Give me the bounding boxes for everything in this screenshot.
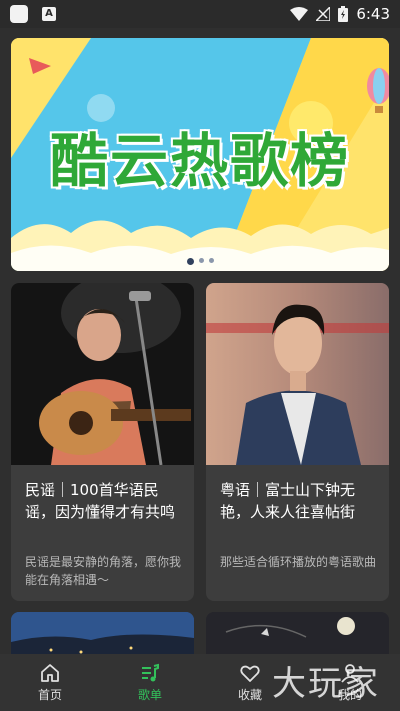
playlist-card[interactable]: 粤语｜富士山下钟无艳，人来人往喜帖街 那些适合循环播放的粤语歌曲 [206, 283, 389, 601]
playlist-card[interactable]: 民谣｜100首华语民谣，因为懂得才有共鸣 民谣是最安静的角落，愿你我能在角落相遇… [11, 283, 194, 601]
watermark-logo: 大玩家 [272, 664, 380, 704]
playlist-description: 民谣是最安静的角落，愿你我能在角落相遇～ [25, 555, 182, 587]
status-bar: A 6:43 [0, 0, 400, 28]
font-notification-icon: A [42, 7, 56, 21]
playlist-description: 那些适合循环播放的粤语歌曲 [220, 555, 377, 569]
status-time: 6:43 [356, 5, 390, 23]
banner-title: 酷云热歌榜 [49, 127, 350, 195]
app-notification-icon [10, 5, 28, 23]
signal-off-icon [316, 7, 331, 21]
carousel-indicator [11, 258, 389, 265]
playlist-icon [142, 663, 159, 682]
playlist-title: 民谣｜100首华语民谣，因为懂得才有共鸣 [25, 481, 176, 521]
tab-label: 首页 [37, 688, 62, 702]
wifi-icon [290, 7, 309, 21]
carousel-dot [186, 258, 194, 265]
carousel-dot [208, 258, 214, 263]
carousel-dot [198, 258, 204, 263]
home-icon [41, 664, 59, 682]
playlist-title: 粤语｜富士山下钟无艳，人来人往喜帖街 [220, 481, 356, 521]
tab-playlist[interactable]: 歌单 [100, 654, 200, 711]
tab-home[interactable]: 首页 [0, 654, 100, 711]
heart-icon [240, 665, 260, 682]
tab-label: 收藏 [237, 688, 262, 702]
playlist-cover-image [11, 283, 194, 465]
banner-carousel[interactable]: 酷云热歌榜 [11, 38, 389, 271]
tab-label: 歌单 [137, 688, 162, 702]
playlist-cover-image [206, 283, 389, 465]
battery-charging-icon [338, 6, 349, 22]
